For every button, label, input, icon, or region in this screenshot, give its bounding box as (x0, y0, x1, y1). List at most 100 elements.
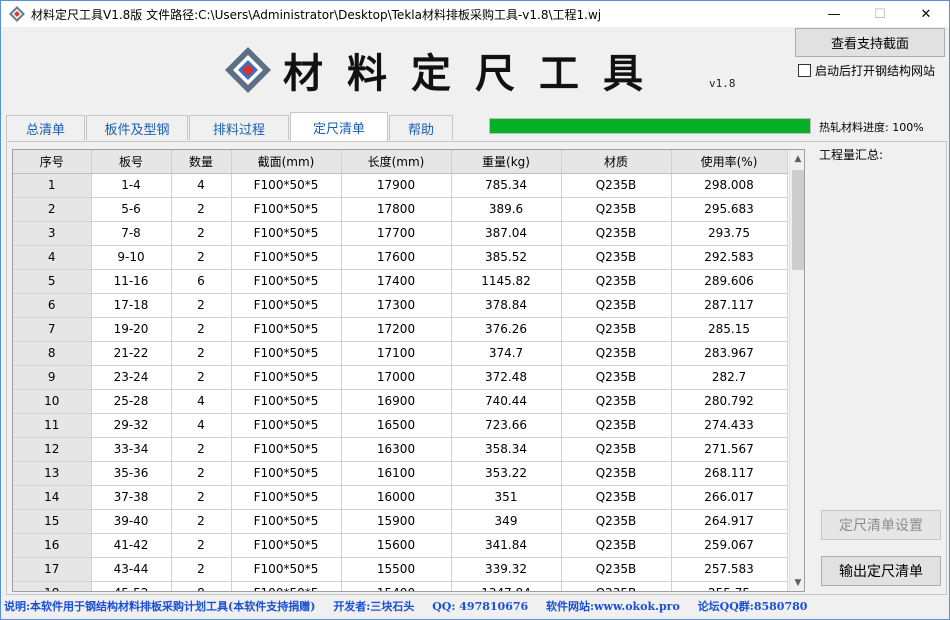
table-cell: 17-18 (91, 293, 172, 318)
table-cell: 274.433 (671, 413, 788, 438)
scrollbar-thumb[interactable] (792, 170, 804, 270)
table-cell: F100*50*5 (231, 221, 342, 246)
progress-fill (490, 119, 810, 133)
tab-fixed-length-list[interactable]: 定尺清单 (290, 112, 388, 141)
table-cell: 39-40 (91, 509, 172, 534)
minimize-button[interactable]: — (811, 1, 857, 27)
column-header[interactable]: 截面(mm) (231, 150, 342, 174)
footer-forum-qq-group: 论坛QQ群:8580780 (697, 600, 808, 613)
table-cell: 16300 (341, 437, 452, 462)
table-cell: 5 (13, 269, 92, 294)
export-fixed-length-list-button[interactable]: 输出定尺清单 (821, 556, 941, 586)
table-cell: 6 (13, 293, 92, 318)
table-cell: 266.017 (671, 485, 788, 510)
table-cell: 9-10 (91, 245, 172, 270)
table-cell: 15500 (341, 557, 452, 582)
column-header[interactable]: 材质 (561, 150, 672, 174)
table-row[interactable]: 1 1-4 4 F100*50*5 17900 785.34 Q235B 298.008 (13, 173, 788, 198)
table-cell: 16 (13, 533, 92, 558)
table-row[interactable]: 17 43-44 2 F100*50*5 15500 339.32 Q235B 257.583 (13, 557, 788, 582)
table-row[interactable]: 9 23-24 2 F100*50*5 17000 372.48 Q235B 282.7 (13, 365, 788, 390)
quantity-summary-label: 工程量汇总: (819, 148, 884, 162)
table-cell: 15600 (341, 533, 452, 558)
footer-info: 说明:本软件用于钢结构材料排板采购计划工具(本软件支持捐赠) 开发者:三块石头 … (4, 598, 948, 616)
table-cell: 45-52 (91, 581, 172, 591)
table-cell: F100*50*5 (231, 293, 342, 318)
table-cell: 3 (13, 221, 92, 246)
table-cell: F100*50*5 (231, 413, 342, 438)
footer-website[interactable]: 软件网站:www.okok.pro (546, 600, 680, 613)
table-cell: 1145.82 (451, 269, 562, 294)
table-row[interactable]: 5 11-16 6 F100*50*5 17400 1145.82 Q235B 289.606 (13, 269, 788, 294)
table-cell: Q235B (561, 557, 672, 582)
table-row[interactable]: 8 21-22 2 F100*50*5 17100 374.7 Q235B 283.967 (13, 341, 788, 366)
table-row[interactable]: 15 39-40 2 F100*50*5 15900 349 Q235B 264.917 (13, 509, 788, 534)
table-row[interactable]: 14 37-38 2 F100*50*5 16000 351 Q235B 266.017 (13, 485, 788, 510)
table-cell: 280.792 (671, 389, 788, 414)
table-cell: 2 (171, 317, 232, 342)
column-header[interactable]: 序号 (13, 150, 92, 174)
table-cell: 282.7 (671, 365, 788, 390)
tab-master-list[interactable]: 总清单 (6, 115, 85, 140)
table-row[interactable]: 11 29-32 4 F100*50*5 16500 723.66 Q235B 274.433 (13, 413, 788, 438)
table-cell: 6 (171, 269, 232, 294)
maximize-button[interactable]: ☐ (857, 1, 903, 27)
column-header[interactable]: 数量 (171, 150, 232, 174)
view-supported-sections-button[interactable]: 查看支持截面 (795, 28, 945, 57)
tab-help[interactable]: 帮助 (389, 115, 453, 140)
table-cell: 293.75 (671, 221, 788, 246)
column-header[interactable]: 板号 (91, 150, 172, 174)
column-header[interactable]: 重量(kg) (451, 150, 562, 174)
table-cell: 339.32 (451, 557, 562, 582)
startup-checkbox[interactable] (798, 64, 811, 77)
table-cell: 1 (13, 173, 92, 198)
table-cell: 376.26 (451, 317, 562, 342)
table-cell: 7-8 (91, 221, 172, 246)
table-cell: Q235B (561, 509, 672, 534)
window-title: 材料定尺工具V1.8版 文件路径:C:\Users\Administrator\… (31, 8, 602, 22)
table-cell: 257.583 (671, 557, 788, 582)
table-row[interactable]: 16 41-42 2 F100*50*5 15600 341.84 Q235B 259.067 (13, 533, 788, 558)
table-cell: Q235B (561, 269, 672, 294)
table-row[interactable]: 2 5-6 2 F100*50*5 17800 389.6 Q235B 295.683 (13, 197, 788, 222)
table-cell: 2 (171, 221, 232, 246)
table-cell: F100*50*5 (231, 197, 342, 222)
table-row[interactable]: 6 17-18 2 F100*50*5 17300 378.84 Q235B 287.117 (13, 293, 788, 318)
table-cell: 349 (451, 509, 562, 534)
fixed-length-settings-button[interactable]: 定尺清单设置 (821, 510, 941, 540)
scroll-up-arrow-icon[interactable]: ▲ (790, 150, 804, 167)
fixed-length-table[interactable]: 序号 板号 数量 截面(mm) 长度(mm) 重量(kg) 材质 使用率(%) 1 1-4 4 F1… (12, 149, 805, 592)
table-row[interactable]: 3 7-8 2 F100*50*5 17700 387.04 Q235B 293.75 (13, 221, 788, 246)
table-row[interactable]: 13 35-36 2 F100*50*5 16100 353.22 Q235B 268.117 (13, 461, 788, 486)
table-row[interactable]: 1845-528F100*50*5154001347.84Q235B255.75 (13, 581, 788, 591)
table-cell: Q235B (561, 221, 672, 246)
table-header-row: 序号 板号 数量 截面(mm) 长度(mm) 重量(kg) 材质 使用率(%) (13, 150, 788, 174)
table-cell: 17800 (341, 197, 452, 222)
table-cell: Q235B (561, 293, 672, 318)
table-cell: 4 (171, 173, 232, 198)
table-cell: 723.66 (451, 413, 562, 438)
table-row[interactable]: 10 25-28 4 F100*50*5 16900 740.44 Q235B 280.792 (13, 389, 788, 414)
table-cell: Q235B (561, 413, 672, 438)
close-button[interactable]: ✕ (903, 1, 949, 27)
table-row[interactable]: 7 19-20 2 F100*50*5 17200 376.26 Q235B 285.15 (13, 317, 788, 342)
table-cell: 43-44 (91, 557, 172, 582)
tab-nesting-process[interactable]: 排料过程 (189, 115, 289, 140)
table-cell: 1-4 (91, 173, 172, 198)
table-row[interactable]: 12 33-34 2 F100*50*5 16300 358.34 Q235B 271.567 (13, 437, 788, 462)
table-row[interactable]: 4 9-10 2 F100*50*5 17600 385.52 Q235B 292.583 (13, 245, 788, 270)
footer-qq: QQ: 497810676 (432, 600, 529, 613)
table-cell: 389.6 (451, 197, 562, 222)
startup-open-website-option[interactable]: 启动后打开钢结构网站 (798, 62, 935, 79)
table-cell: 255.75 (671, 581, 788, 591)
table-cell: 15900 (341, 509, 452, 534)
table-vertical-scrollbar[interactable]: ▲ ▼ (789, 150, 804, 591)
table-cell: Q235B (561, 389, 672, 414)
tab-plates-and-sections[interactable]: 板件及型钢 (86, 115, 188, 140)
column-header[interactable]: 使用率(%) (671, 150, 788, 174)
table-cell: 2 (171, 461, 232, 486)
column-header[interactable]: 长度(mm) (341, 150, 452, 174)
table-cell: 341.84 (451, 533, 562, 558)
scroll-down-arrow-icon[interactable]: ▼ (790, 574, 804, 591)
table-cell: 17700 (341, 221, 452, 246)
